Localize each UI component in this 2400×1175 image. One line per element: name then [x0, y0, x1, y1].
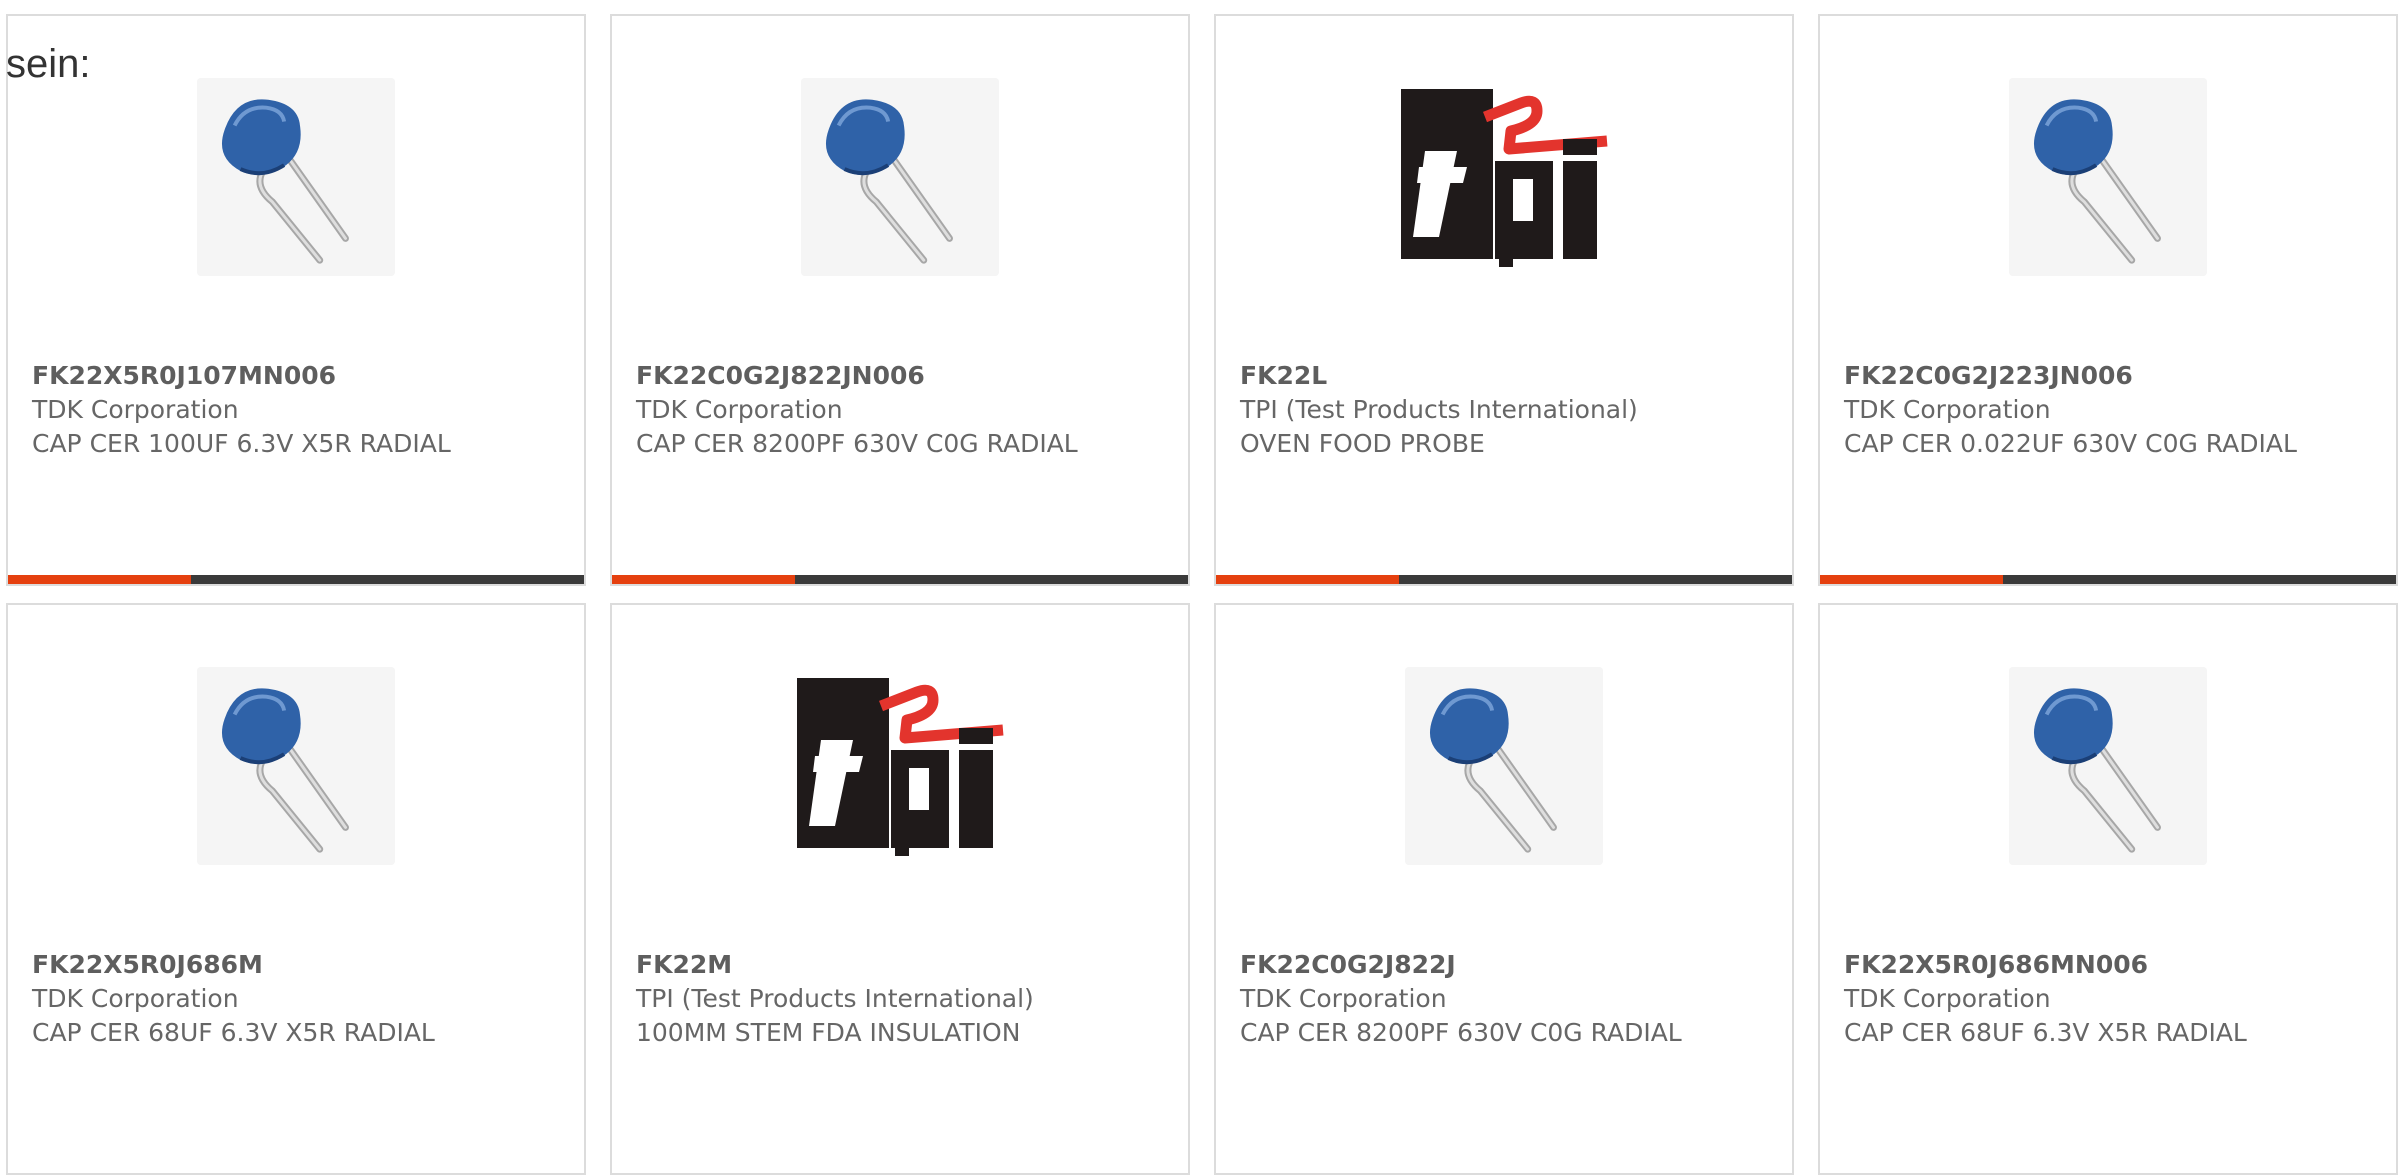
part-number-link[interactable]: FK22C0G2J822J — [1240, 948, 1756, 982]
product-card[interactable]: FK22C0G2J822J TDK Corporation CAP CER 82… — [1214, 603, 1794, 1175]
manufacturer-name: TDK Corporation — [1240, 984, 1447, 1013]
manufacturer-name: TDK Corporation — [636, 395, 843, 424]
manufacturer-name: TDK Corporation — [1844, 984, 2051, 1013]
card-hover-bar — [1820, 575, 2396, 584]
product-card[interactable]: FK22X5R0J107MN006 TDK Corporation CAP CE… — [6, 14, 586, 586]
part-number-link[interactable]: FK22X5R0J107MN006 — [32, 359, 548, 393]
product-text: FK22C0G2J223JN006 TDK Corporation CAP CE… — [1844, 359, 2360, 461]
product-card[interactable]: FK22L TPI (Test Products International) … — [1214, 14, 1794, 586]
product-description: CAP CER 8200PF 630V C0G RADIAL — [636, 429, 1078, 458]
product-card[interactable]: FK22C0G2J223JN006 TDK Corporation CAP CE… — [1818, 14, 2398, 586]
card-hover-accent — [612, 575, 795, 584]
product-card[interactable]: FK22C0G2J822JN006 TDK Corporation CAP CE… — [610, 14, 1190, 586]
product-text: FK22L TPI (Test Products International) … — [1240, 359, 1756, 461]
product-text: FK22X5R0J107MN006 TDK Corporation CAP CE… — [32, 359, 548, 461]
card-hover-accent — [1820, 575, 2003, 584]
radial-capacitor-image[interactable] — [1216, 667, 1792, 865]
manufacturer-name: TDK Corporation — [1844, 395, 2051, 424]
manufacturer-name: TPI (Test Products International) — [1240, 395, 1638, 424]
product-card[interactable]: FK22X5R0J686M TDK Corporation CAP CER 68… — [6, 603, 586, 1175]
tpi-logo-image[interactable] — [612, 667, 1188, 865]
radial-capacitor-image[interactable] — [8, 667, 584, 865]
card-hover-bar — [8, 575, 584, 584]
part-number-link[interactable]: FK22X5R0J686M — [32, 948, 548, 982]
part-number-link[interactable]: FK22C0G2J822JN006 — [636, 359, 1152, 393]
radial-capacitor-image[interactable] — [1820, 78, 2396, 276]
part-number-link[interactable]: FK22C0G2J223JN006 — [1844, 359, 2360, 393]
product-text: FK22X5R0J686M TDK Corporation CAP CER 68… — [32, 948, 548, 1050]
product-card[interactable]: FK22M TPI (Test Products International) … — [610, 603, 1190, 1175]
card-hover-bar — [612, 575, 1188, 584]
product-text: FK22C0G2J822J TDK Corporation CAP CER 82… — [1240, 948, 1756, 1050]
manufacturer-name: TDK Corporation — [32, 984, 239, 1013]
product-text: FK22M TPI (Test Products International) … — [636, 948, 1152, 1050]
product-description: OVEN FOOD PROBE — [1240, 429, 1485, 458]
product-text: FK22X5R0J686MN006 TDK Corporation CAP CE… — [1844, 948, 2360, 1050]
product-description: CAP CER 68UF 6.3V X5R RADIAL — [32, 1018, 435, 1047]
intro-label: sein: — [6, 42, 91, 86]
product-description: 100MM STEM FDA INSULATION — [636, 1018, 1021, 1047]
product-description: CAP CER 68UF 6.3V X5R RADIAL — [1844, 1018, 2247, 1047]
card-hover-accent — [8, 575, 191, 584]
product-description: CAP CER 8200PF 630V C0G RADIAL — [1240, 1018, 1682, 1047]
card-hover-bar — [1216, 575, 1792, 584]
product-card[interactable]: FK22X5R0J686MN006 TDK Corporation CAP CE… — [1818, 603, 2398, 1175]
product-description: CAP CER 0.022UF 630V C0G RADIAL — [1844, 429, 2297, 458]
part-number-link[interactable]: FK22L — [1240, 359, 1756, 393]
tpi-logo-image[interactable] — [1216, 78, 1792, 276]
part-number-link[interactable]: FK22X5R0J686MN006 — [1844, 948, 2360, 982]
product-description: CAP CER 100UF 6.3V X5R RADIAL — [32, 429, 451, 458]
radial-capacitor-image[interactable] — [1820, 667, 2396, 865]
product-text: FK22C0G2J822JN006 TDK Corporation CAP CE… — [636, 359, 1152, 461]
part-number-link[interactable]: FK22M — [636, 948, 1152, 982]
manufacturer-name: TPI (Test Products International) — [636, 984, 1034, 1013]
card-hover-accent — [1216, 575, 1399, 584]
product-grid: FK22X5R0J107MN006 TDK Corporation CAP CE… — [6, 14, 2398, 1175]
radial-capacitor-image[interactable] — [8, 78, 584, 276]
manufacturer-name: TDK Corporation — [32, 395, 239, 424]
radial-capacitor-image[interactable] — [612, 78, 1188, 276]
